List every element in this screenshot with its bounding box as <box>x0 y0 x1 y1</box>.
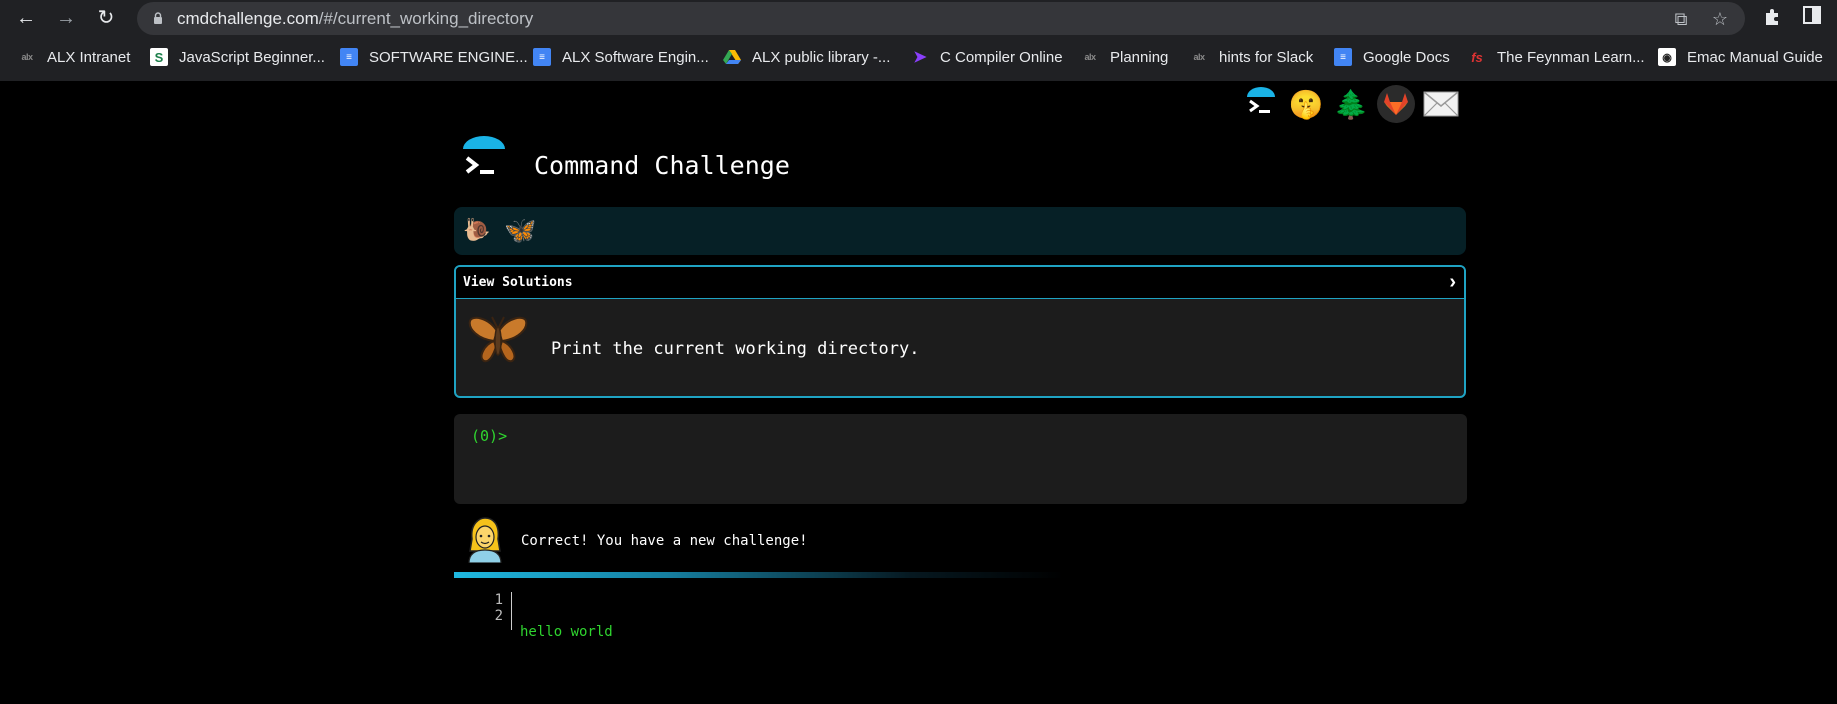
divider-glow <box>454 572 1064 578</box>
url-path: /#/current_working_directory <box>318 9 534 28</box>
bookmark-label: C Compiler Online <box>940 48 1063 66</box>
butterfly-icon <box>468 316 528 363</box>
address-bar[interactable]: cmdchallenge.com/#/current_working_direc… <box>137 2 1745 35</box>
alx-icon: alx <box>1084 52 1096 62</box>
output-code: hello world <box>520 592 613 704</box>
bookmark-label: JavaScript Beginner... <box>179 48 325 66</box>
challenge-progress-bar: 🐌 🦋 <box>454 207 1466 255</box>
output-line: hello world <box>520 624 613 640</box>
share-icon[interactable]: ⧉ <box>1671 9 1691 29</box>
bookmark-label: Emac Manual Guide <box>1687 48 1823 66</box>
extensions-icon[interactable] <box>1762 6 1784 28</box>
line-number: 2 <box>494 608 503 624</box>
bookmark-label: Google Docs <box>1363 48 1450 66</box>
terminal-prompt: (0)> <box>471 427 508 445</box>
bookmark-label: SOFTWARE ENGINE... <box>369 48 528 66</box>
emac-icon: ◉ <box>1658 48 1676 66</box>
view-solutions-label: View Solutions <box>463 275 573 290</box>
bookmark-alx-public-library[interactable]: ALX public library -... <box>723 44 890 70</box>
bookmark-label: hints for Slack <box>1219 48 1314 66</box>
snail-icon[interactable]: 🐌 <box>463 217 490 243</box>
browser-chrome: ← → ↻ cmdchallenge.com/#/current_working… <box>0 0 1837 81</box>
page-title: Command Challenge <box>534 151 790 180</box>
url-text[interactable]: cmdchallenge.com/#/current_working_direc… <box>177 9 533 29</box>
alx-icon: alx <box>1193 52 1205 62</box>
feedback-text: Correct! You have a new challenge! <box>521 533 808 549</box>
star-icon[interactable]: ☆ <box>1710 9 1730 29</box>
chevron-right-icon[interactable]: › <box>1449 271 1456 294</box>
forward-icon[interactable]: → <box>52 4 80 32</box>
fs-icon: fs <box>1471 49 1483 65</box>
terminal[interactable]: (0)> <box>454 414 1467 504</box>
google-docs-icon: ≡ <box>533 48 551 66</box>
bookmark-label: Planning <box>1110 48 1169 66</box>
sidebar-icon[interactable] <box>1801 6 1823 28</box>
reload-icon[interactable]: ↻ <box>92 4 120 32</box>
header-icons: 🤫 🌲 <box>1242 83 1462 125</box>
output-editor[interactable]: 1 2 hello world <box>454 592 1054 640</box>
bookmark-hints-for-slack[interactable]: alx hints for Slack <box>1190 44 1313 70</box>
bookmark-alx-software-engin[interactable]: ≡ ALX Software Engin... <box>533 44 709 70</box>
js-site-icon: S <box>150 48 168 66</box>
line-number: 1 <box>494 592 503 608</box>
bookmark-label: ALX Intranet <box>47 48 131 66</box>
page: 🤫 🌲 Command Challenge 🐌 🦋 View Solutions… <box>0 81 1837 681</box>
bookmark-alx-intranet[interactable]: alx ALX Intranet <box>18 44 130 70</box>
terminal-icon[interactable] <box>1242 85 1280 123</box>
bookmark-planning[interactable]: alx Planning <box>1081 44 1168 70</box>
butterfly-icon[interactable]: 🦋 <box>504 215 536 246</box>
bookmarks-bar: alx ALX Intranet S JavaScript Beginner..… <box>0 44 1837 70</box>
line-numbers: 1 2 <box>482 592 512 630</box>
bookmark-label: ALX Software Engin... <box>562 48 709 66</box>
lock-icon[interactable] <box>153 12 163 24</box>
feedback-message: Correct! You have a new challenge! <box>454 513 1466 565</box>
google-docs-icon: ≡ <box>1334 48 1352 66</box>
c-compiler-icon: ➤ <box>913 49 927 66</box>
challenge-panel: View Solutions › Print the current worki… <box>454 265 1466 398</box>
back-icon[interactable]: ← <box>12 4 40 32</box>
woman-avatar-icon <box>468 517 502 563</box>
bookmark-c-compiler-online[interactable]: ➤ C Compiler Online <box>911 44 1063 70</box>
url-host: cmdchallenge.com <box>177 9 319 28</box>
bookmark-label: The Feynman Learn... <box>1497 48 1645 66</box>
tree-icon[interactable]: 🌲 <box>1332 85 1370 123</box>
bookmark-emac-manual-guide[interactable]: ◉ Emac Manual Guide <box>1658 44 1823 70</box>
gitlab-icon[interactable] <box>1377 85 1415 123</box>
challenge-description: Print the current working directory. <box>551 339 920 359</box>
envelope-icon[interactable] <box>1422 85 1460 123</box>
command-challenge-logo <box>463 136 505 174</box>
bookmark-javascript-beginner[interactable]: S JavaScript Beginner... <box>150 44 325 70</box>
google-docs-icon: ≡ <box>340 48 358 66</box>
bookmark-google-docs[interactable]: ≡ Google Docs <box>1334 44 1450 70</box>
shushing-face-icon[interactable]: 🤫 <box>1287 85 1325 123</box>
bookmark-feynman-learn[interactable]: fs The Feynman Learn... <box>1468 44 1645 70</box>
view-solutions-header[interactable]: View Solutions › <box>456 267 1464 299</box>
alx-icon: alx <box>21 52 33 62</box>
google-drive-icon <box>723 48 741 66</box>
bookmark-label: ALX public library -... <box>752 48 891 66</box>
bookmark-software-engine[interactable]: ≡ SOFTWARE ENGINE... <box>340 44 528 70</box>
